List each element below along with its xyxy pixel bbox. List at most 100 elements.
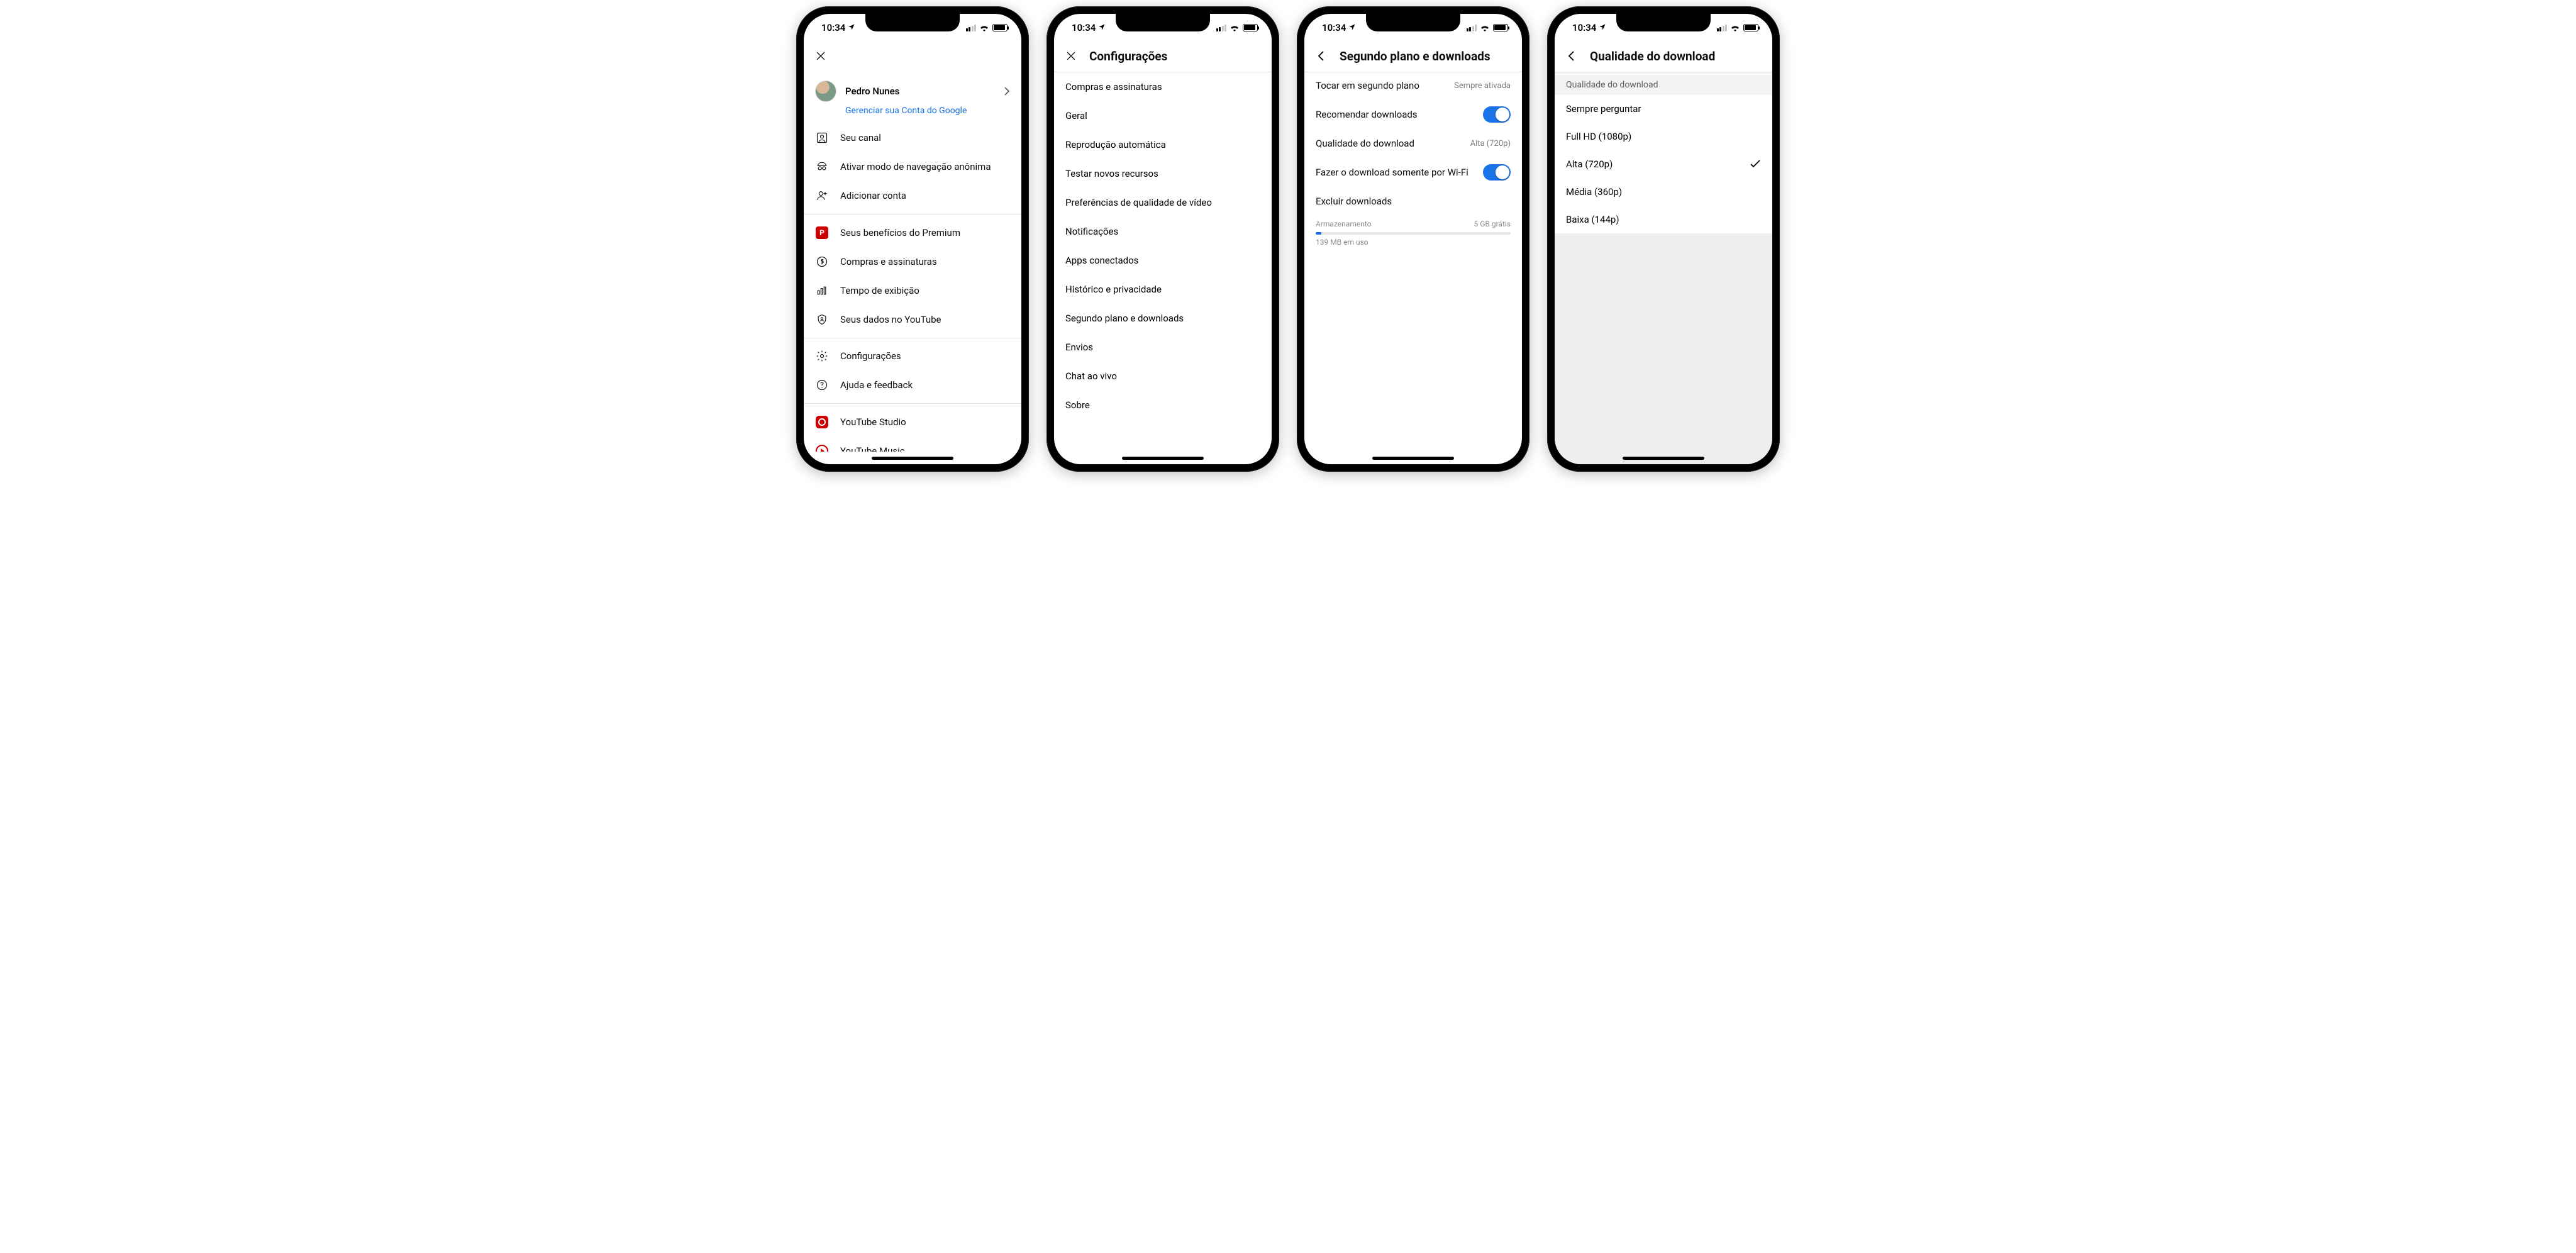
item-label: Notificações <box>1065 226 1118 237</box>
account-row[interactable]: Pedro Nunes <box>804 72 1021 106</box>
row-download-quality[interactable]: Qualidade do download Alta (720p) <box>1304 130 1522 157</box>
option-label: Alta (720p) <box>1566 159 1613 170</box>
add-person-icon <box>815 189 829 203</box>
settings-list: Compras e assinaturas Geral Reprodução a… <box>1054 72 1272 452</box>
quality-option-1080p[interactable]: Full HD (1080p) <box>1555 123 1772 150</box>
home-indicator[interactable] <box>804 452 1021 464</box>
manage-google-account-link[interactable]: Gerenciar sua Conta do Google <box>804 106 1021 123</box>
header <box>804 42 1021 72</box>
menu-watch-time[interactable]: Tempo de exibição <box>804 276 1021 305</box>
settings-item-video-quality[interactable]: Preferências de qualidade de vídeo <box>1054 188 1272 217</box>
row-recommend-downloads[interactable]: Recomendar downloads <box>1304 99 1522 130</box>
item-label: Segundo plano e downloads <box>1065 313 1184 324</box>
account-menu: Pedro Nunes Gerenciar sua Conta do Googl… <box>804 72 1021 452</box>
row-delete-downloads[interactable]: Excluir downloads <box>1304 188 1522 214</box>
menu-label: Seus dados no YouTube <box>840 314 1010 325</box>
bg-downloads-list: Tocar em segundo plano Sempre ativada Re… <box>1304 72 1522 452</box>
battery-icon <box>1243 24 1258 31</box>
toggle-switch[interactable] <box>1483 106 1511 123</box>
row-value: Alta (720p) <box>1470 139 1511 148</box>
row-label: Fazer o download somente por Wi-Fi <box>1316 167 1472 178</box>
location-icon <box>848 23 855 33</box>
quality-option-720p[interactable]: Alta (720p) <box>1555 150 1772 178</box>
notch <box>1116 14 1210 31</box>
check-icon <box>1750 160 1761 169</box>
settings-item-live-chat[interactable]: Chat ao vivo <box>1054 362 1272 391</box>
row-wifi-only[interactable]: Fazer o download somente por Wi-Fi <box>1304 157 1522 188</box>
wifi-icon <box>1480 24 1490 31</box>
item-label: Chat ao vivo <box>1065 370 1117 382</box>
settings-item-history-privacy[interactable]: Histórico e privacidade <box>1054 275 1272 304</box>
quality-option-144p[interactable]: Baixa (144p) <box>1555 206 1772 233</box>
close-icon[interactable] <box>1063 48 1079 64</box>
row-background-play[interactable]: Tocar em segundo plano Sempre ativada <box>1304 72 1522 99</box>
menu-incognito[interactable]: Ativar modo de navegação anônima <box>804 152 1021 181</box>
back-icon[interactable] <box>1563 48 1580 64</box>
menu-label: Compras e assinaturas <box>840 256 1010 267</box>
menu-help[interactable]: Ajuda e feedback <box>804 370 1021 399</box>
row-label: Recomendar downloads <box>1316 109 1472 120</box>
account-name: Pedro Nunes <box>845 86 995 97</box>
menu-your-channel[interactable]: Seu canal <box>804 123 1021 152</box>
battery-icon <box>992 24 1008 31</box>
quality-option-360p[interactable]: Média (360p) <box>1555 178 1772 206</box>
settings-item-connected-apps[interactable]: Apps conectados <box>1054 246 1272 275</box>
storage-used: 139 MB em uso <box>1316 238 1511 247</box>
menu-premium-benefits[interactable]: P Seus benefícios do Premium <box>804 218 1021 247</box>
location-icon <box>1348 23 1356 33</box>
help-circle-icon <box>815 378 829 392</box>
settings-item-notifications[interactable]: Notificações <box>1054 217 1272 246</box>
menu-settings[interactable]: Configurações <box>804 342 1021 370</box>
menu-youtube-studio[interactable]: YouTube Studio <box>804 408 1021 437</box>
wifi-icon <box>1230 24 1240 31</box>
shield-person-icon <box>815 313 829 326</box>
menu-label: Adicionar conta <box>840 190 1010 201</box>
item-label: Testar novos recursos <box>1065 168 1158 179</box>
settings-item-autoplay[interactable]: Reprodução automática <box>1054 130 1272 159</box>
quality-option-ask[interactable]: Sempre perguntar <box>1555 95 1772 123</box>
menu-purchases[interactable]: Compras e assinaturas <box>804 247 1021 276</box>
settings-item-background-downloads[interactable]: Segundo plano e downloads <box>1054 304 1272 333</box>
premium-badge-icon: P <box>815 226 829 240</box>
phone-frame-2: 10:34 Configurações Compras e assinatura… <box>1046 6 1279 472</box>
cellular-icon <box>1216 25 1227 31</box>
option-label: Baixa (144p) <box>1566 214 1619 225</box>
settings-item-purchases[interactable]: Compras e assinaturas <box>1054 72 1272 101</box>
storage-bar <box>1316 232 1511 235</box>
settings-item-about[interactable]: Sobre <box>1054 391 1272 420</box>
gear-icon <box>815 349 829 363</box>
option-label: Full HD (1080p) <box>1566 131 1631 142</box>
menu-youtube-music[interactable]: YouTube Music <box>804 437 1021 452</box>
menu-label: Seu canal <box>840 132 1010 143</box>
back-icon[interactable] <box>1313 48 1330 64</box>
settings-item-try-features[interactable]: Testar novos recursos <box>1054 159 1272 188</box>
notch <box>1366 14 1460 31</box>
dollar-circle-icon <box>815 255 829 269</box>
menu-label: Ajuda e feedback <box>840 379 1010 391</box>
phone-frame-4: 10:34 Qualidade do download Qualidade do… <box>1547 6 1780 472</box>
quality-list: Sempre perguntar Full HD (1080p) Alta (7… <box>1555 95 1772 233</box>
header: Qualidade do download <box>1555 42 1772 72</box>
battery-icon <box>1493 24 1508 31</box>
settings-item-uploads[interactable]: Envios <box>1054 333 1272 362</box>
toggle-switch[interactable] <box>1483 164 1511 181</box>
notch <box>1616 14 1711 31</box>
menu-label: Configurações <box>840 350 1010 362</box>
cellular-icon <box>966 25 977 31</box>
menu-label: YouTube Music <box>840 445 1010 452</box>
storage-free: 5 GB grátis <box>1474 220 1511 228</box>
divider <box>804 403 1021 404</box>
home-indicator[interactable] <box>1555 452 1772 464</box>
home-indicator[interactable] <box>1054 452 1272 464</box>
item-label: Compras e assinaturas <box>1065 81 1162 92</box>
close-icon[interactable] <box>813 48 829 64</box>
settings-item-general[interactable]: Geral <box>1054 101 1272 130</box>
cellular-icon <box>1717 25 1728 31</box>
chevron-right-icon <box>1004 87 1010 96</box>
menu-your-data[interactable]: Seus dados no YouTube <box>804 305 1021 334</box>
header: Segundo plano e downloads <box>1304 42 1522 72</box>
menu-add-account[interactable]: Adicionar conta <box>804 181 1021 210</box>
wifi-icon <box>1730 24 1740 31</box>
home-indicator[interactable] <box>1304 452 1522 464</box>
status-time: 10:34 <box>1322 22 1346 33</box>
